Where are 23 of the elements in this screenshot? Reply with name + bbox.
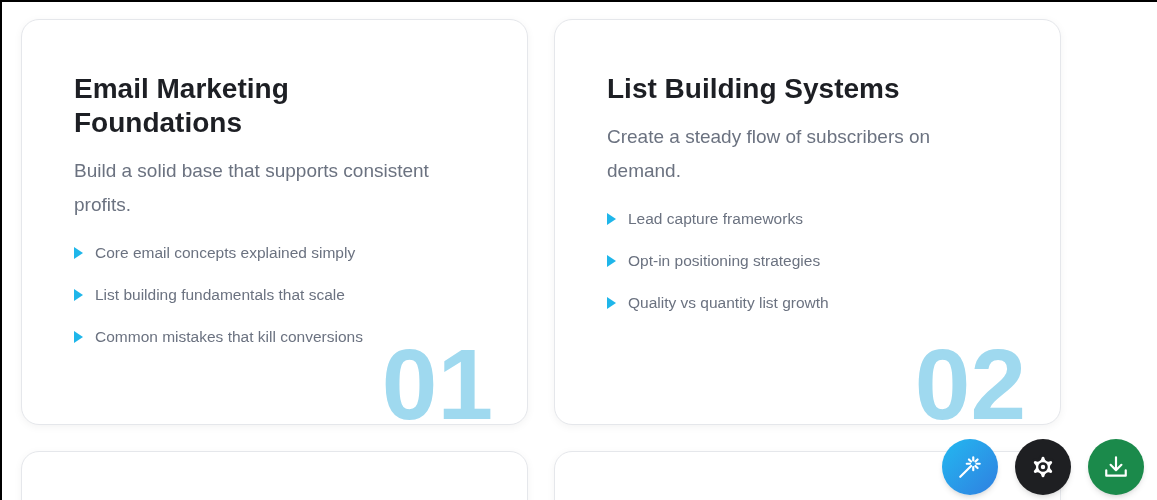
feature-text: Quality vs quantity list growth <box>628 293 829 313</box>
card-title: Email Marketing Foundations <box>74 72 290 140</box>
feature-text: Common mistakes that kill conversions <box>95 327 363 347</box>
card-number: 02 <box>914 348 1026 420</box>
card-title: List Building Systems <box>607 72 901 106</box>
feature-text: Core email concepts explained simply <box>95 243 356 263</box>
card-number: 01 <box>381 348 493 420</box>
card-subtitle: Create a steady flow of subscribers on demand. <box>607 125 932 183</box>
download-button[interactable] <box>1088 439 1144 495</box>
feature-text: Opt-in positioning strategies <box>628 251 821 271</box>
bullet-icon <box>607 213 616 225</box>
magic-wand-button[interactable] <box>942 439 998 495</box>
feature-text: List building fundamentals that scale <box>95 285 345 305</box>
card-subtitle: Build a solid base that supports consistent profits. <box>74 159 430 217</box>
bullet-icon <box>74 331 83 343</box>
download-icon <box>1103 454 1129 480</box>
bullet-icon <box>74 289 83 301</box>
bullet-icon <box>607 255 616 267</box>
feature-text: Lead capture frameworks <box>628 209 803 229</box>
bullet-icon <box>607 297 616 309</box>
bullet-icon <box>74 247 83 259</box>
settings-button[interactable] <box>1015 439 1071 495</box>
magic-wand-icon <box>957 454 983 480</box>
